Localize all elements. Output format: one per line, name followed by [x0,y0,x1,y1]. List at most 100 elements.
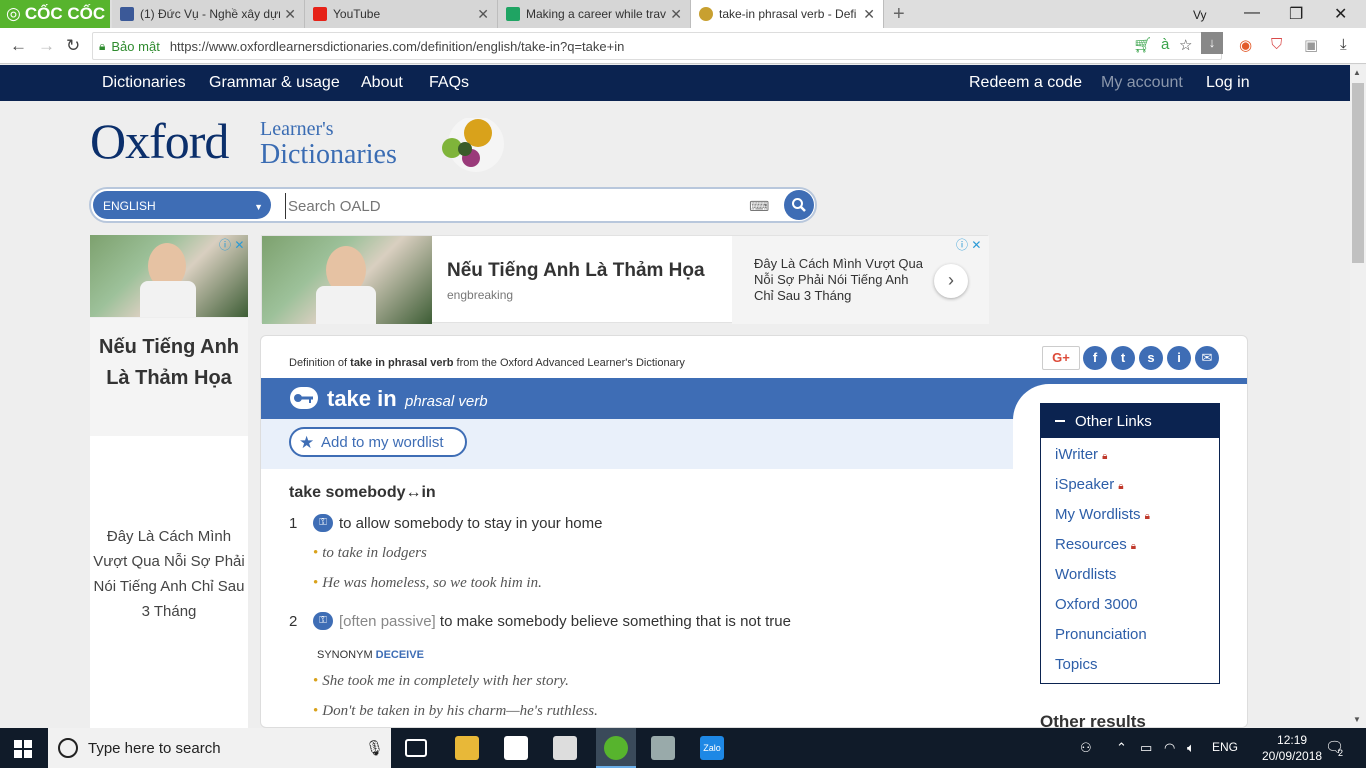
link-wordlists[interactable]: Wordlists [1055,566,1116,583]
close-tab-icon[interactable]: ✕ [477,6,489,23]
link-oxford-3000[interactable]: Oxford 3000 [1055,596,1138,613]
crumb-suffix: from the Oxford Advanced Learner's Dicti… [456,357,685,369]
volume-icon[interactable]: 🔈︎ [1187,740,1195,756]
nav-faqs[interactable]: FAQs [429,74,469,92]
link-label: Resources [1055,536,1127,553]
forward-icon[interactable]: → [38,36,55,56]
coccoc-taskbar-button[interactable] [596,728,636,768]
ad-top-banner[interactable]: Nếu Tiếng Anh Là Thảm Họa engbreaking Đâ… [261,235,989,324]
tab-facebook[interactable]: (1) Đức Vụ - Nghề xây dựng ✕ [112,0,305,28]
sense-definition: to allow somebody to stay in your home [339,515,603,532]
link-resources[interactable]: Resources 🔒︎ [1055,536,1136,553]
cart-icon[interactable]: 🛒︎ [1133,36,1152,54]
coccoc-icon: ◎ [6,4,21,23]
nav-grammar[interactable]: Grammar & usage [209,74,340,92]
example: • to take in lodgers [313,545,427,562]
share-icon[interactable]: i [1167,346,1191,370]
ad-left-title[interactable]: Nếu Tiếng Anh Là Thảm Họa [90,332,248,394]
other-links-header[interactable]: Other Links [1041,404,1219,438]
bookmark-star-icon[interactable]: ☆ [1179,36,1192,54]
youtube-icon [313,7,327,21]
tool-icon[interactable] [651,736,675,760]
microphone-icon[interactable]: 🎙︎ [365,739,384,757]
link-label: iWriter [1055,446,1099,463]
scroll-up-icon[interactable]: ▲ [1353,68,1361,77]
profile-name[interactable]: Vy [1193,8,1207,22]
taskbar-search[interactable]: Type here to search 🎙︎ [48,728,391,768]
download-icon[interactable]: ↓ [1201,32,1223,54]
minimize-icon[interactable]: — [1244,4,1260,22]
nav-about[interactable]: About [361,74,403,92]
battery-icon[interactable]: ▭ [1140,740,1152,756]
new-tab-icon[interactable]: + [893,3,905,26]
nav-my-account[interactable]: My account [1101,74,1183,92]
stumbleupon-share-icon[interactable]: s [1139,346,1163,370]
nav-redeem[interactable]: Redeem a code [969,74,1082,92]
tab-title: (1) Đức Vụ - Nghề xây dựng [140,7,280,21]
task-view-icon[interactable] [405,739,427,757]
tab-career[interactable]: Making a career while trav ✕ [498,0,691,28]
url-bar[interactable]: 🔒︎ Bảo mật https://www.oxfordlearnersdic… [92,32,1222,60]
wordlist-button-label: Add to my wordlist [321,434,444,451]
logo-oxford[interactable]: Oxford [90,112,229,170]
ad-info-icon[interactable]: ⓘ ✕ [956,236,981,253]
tab-youtube[interactable]: YouTube ✕ [305,0,498,28]
keyboard-icon[interactable]: ⌨ [749,198,769,215]
maximize-icon[interactable]: ❐ [1289,4,1303,24]
file-explorer-icon[interactable] [455,736,479,760]
zalo-icon[interactable]: Zalo [700,736,724,760]
close-window-icon[interactable]: ✕ [1334,4,1347,24]
ad-left-body[interactable]: Đây Là Cách Mình Vượt Qua Nỗi Sợ Phải Nó… [90,524,248,624]
chevron-right-icon[interactable]: › [934,264,968,298]
scroll-down-icon[interactable]: ▼ [1353,715,1361,724]
secure-label: Bảo mật [111,38,160,54]
shield-icon[interactable]: ⛉ [1271,36,1282,53]
close-tab-icon[interactable]: ✕ [670,6,682,23]
synonym-link[interactable]: DECEIVE [376,649,424,661]
google-plus-icon[interactable]: G+ [1042,346,1080,370]
nav-dictionaries[interactable]: Dictionaries [102,74,186,92]
ad-info-icon[interactable]: ⓘ ✕ [219,236,244,253]
url-text[interactable]: https://www.oxfordlearnersdictionaries.c… [170,39,625,54]
wordlist-bar: ★ Add to my wordlist [261,419,1013,469]
link-ispeaker[interactable]: iSpeaker 🔒︎ [1055,476,1124,493]
twitter-share-icon[interactable]: t [1111,346,1135,370]
link-my-wordlists[interactable]: My Wordlists 🔒︎ [1055,506,1150,523]
close-tab-icon[interactable]: ✕ [863,6,875,23]
app-icon[interactable] [553,736,577,760]
add-to-wordlist-button[interactable]: ★ Add to my wordlist [289,427,467,457]
clock[interactable]: 12:19 20/09/2018 [1262,732,1322,764]
store-icon[interactable] [504,736,528,760]
coccoc-logo[interactable]: ◎ CỐC CỐC [0,0,110,28]
translate-icon[interactable]: à [1161,36,1169,53]
page-scrollbar[interactable]: ▲ ▼ [1350,65,1366,728]
facebook-share-icon[interactable]: f [1083,346,1107,370]
link-pronunciation[interactable]: Pronunciation [1055,626,1147,643]
extension2-icon[interactable]: ▣ [1304,36,1318,54]
link-topics[interactable]: Topics [1055,656,1098,673]
ad-top-body[interactable]: Đây Là Cách Mình Vượt Qua Nỗi Sợ Phải Nó… [754,256,924,304]
chevron-up-icon[interactable]: ⌃ [1116,740,1127,756]
windows-start-icon[interactable] [14,740,32,758]
downloads-icon[interactable]: ⤓ [1340,36,1347,53]
ad-left-panel[interactable]: Nếu Tiếng Anh Là Thảm Họa Đây Là Cách Mì… [90,318,248,728]
language-select[interactable]: ENGLISH ▼ [93,191,271,219]
search-input[interactable] [285,193,725,219]
language-indicator[interactable]: ENG [1212,740,1238,754]
scroll-thumb[interactable] [1352,83,1364,263]
wifi-icon[interactable]: ◠ [1164,740,1175,756]
ad-top-title[interactable]: Nếu Tiếng Anh Là Thảm Họa [447,260,705,282]
people-icon[interactable]: ⚇ [1080,740,1092,756]
sense-2: 2 ⚿ [often passive] to make somebody bel… [289,612,989,633]
tab-oxford[interactable]: take-in phrasal verb - Defi ✕ [691,0,884,28]
extension-icon[interactable]: ◉ [1239,36,1252,54]
back-icon[interactable]: ← [10,36,27,56]
close-tab-icon[interactable]: ✕ [284,6,296,23]
reload-icon[interactable]: ↻ [66,36,80,56]
logo-learners-dictionaries[interactable]: Learner's Dictionaries [260,117,397,169]
nav-login[interactable]: Log in [1206,74,1250,92]
email-share-icon[interactable]: ✉ [1195,346,1219,370]
definition-text: to make somebody believe something that … [439,613,791,630]
link-iwriter[interactable]: iWriter 🔒︎ [1055,446,1107,463]
search-button[interactable] [784,190,814,220]
